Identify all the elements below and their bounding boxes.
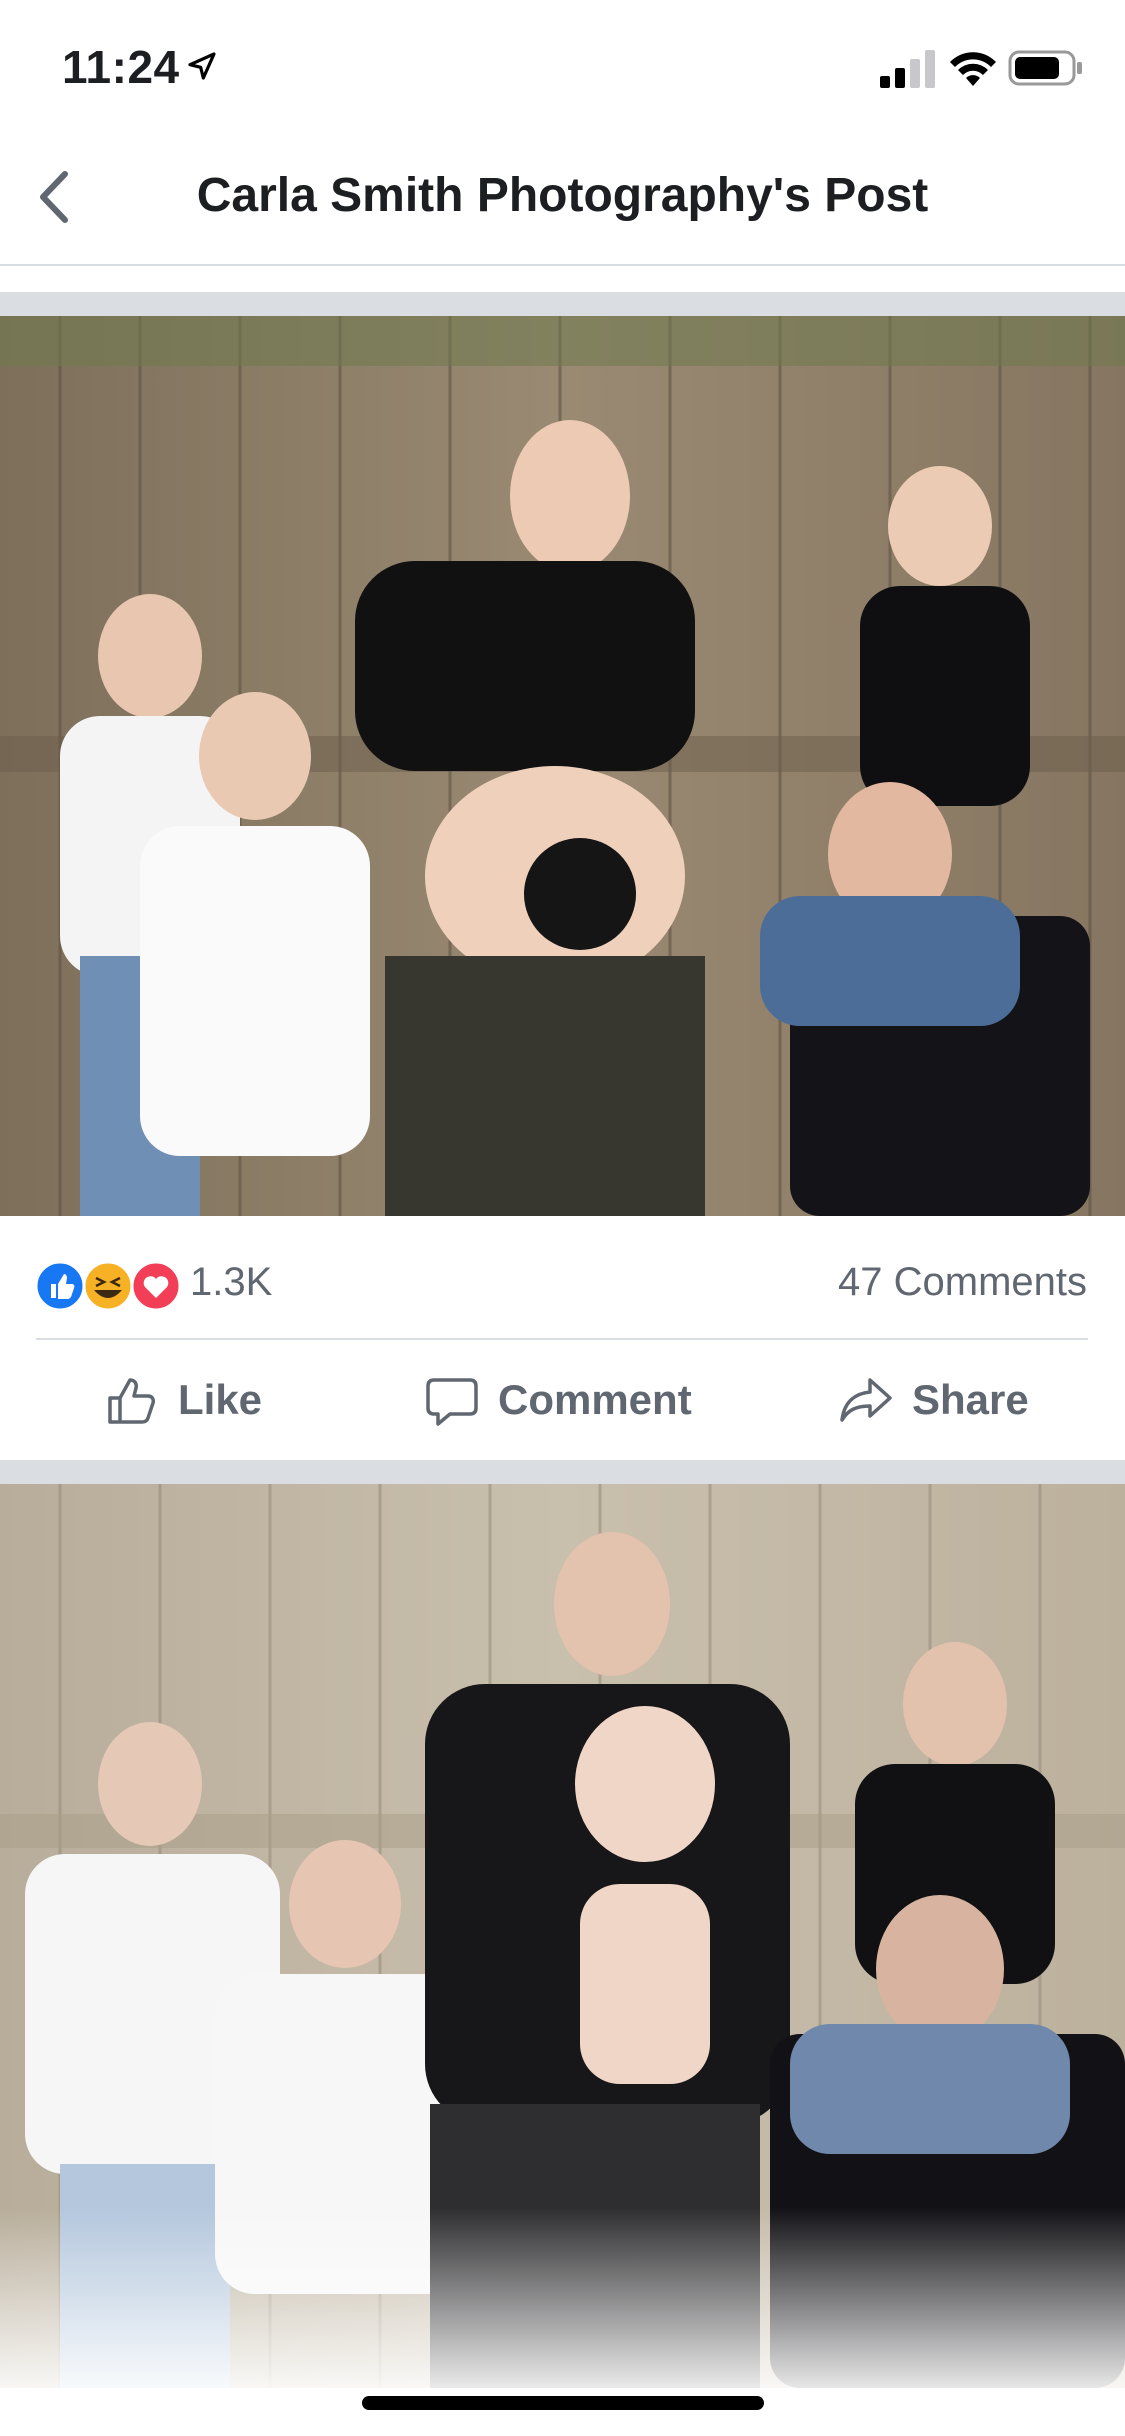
like-label: Like <box>178 1376 263 1423</box>
status-time: 11:24 <box>62 41 180 93</box>
home-indicator <box>362 2396 764 2410</box>
comments-count-link[interactable]: 47 Comments <box>838 1260 1087 1305</box>
family-photo-image <box>0 316 1125 1216</box>
section-separator <box>0 292 1125 316</box>
reaction-icons <box>34 1260 182 1312</box>
cellular-signal-icon <box>880 50 935 88</box>
battery-icon <box>1008 50 1082 86</box>
post-photo-1[interactable] <box>0 316 1125 1216</box>
comment-button[interactable]: Comment <box>424 1370 692 1430</box>
like-button[interactable]: Like <box>104 1370 262 1430</box>
post-actions: Like Comment Share <box>0 1340 1125 1458</box>
status-bar: 11:24 <box>0 0 1125 132</box>
reaction-count: 1.3K <box>190 1260 273 1304</box>
wifi-icon <box>950 52 996 86</box>
share-label: Share <box>912 1376 1029 1423</box>
section-separator <box>0 1460 1125 1484</box>
navigation-bar: Carla Smith Photography's Post <box>0 132 1125 266</box>
like-reaction-icon <box>34 1260 86 1312</box>
love-reaction-icon <box>130 1260 182 1312</box>
post-photo-2[interactable] <box>0 1484 1125 2388</box>
share-arrow-icon <box>840 1378 892 1422</box>
page-title: Carla Smith Photography's Post <box>196 169 929 222</box>
comment-icon <box>426 1378 478 1426</box>
family-photo-image <box>0 1484 1125 2388</box>
share-button[interactable]: Share <box>838 1370 1029 1430</box>
reactions-summary[interactable]: 1.3K 47 Comments <box>0 1216 1125 1340</box>
location-arrow-icon <box>188 52 216 80</box>
thumbs-up-icon <box>108 1378 155 1424</box>
haha-reaction-icon <box>82 1260 134 1312</box>
comment-label: Comment <box>498 1376 692 1423</box>
